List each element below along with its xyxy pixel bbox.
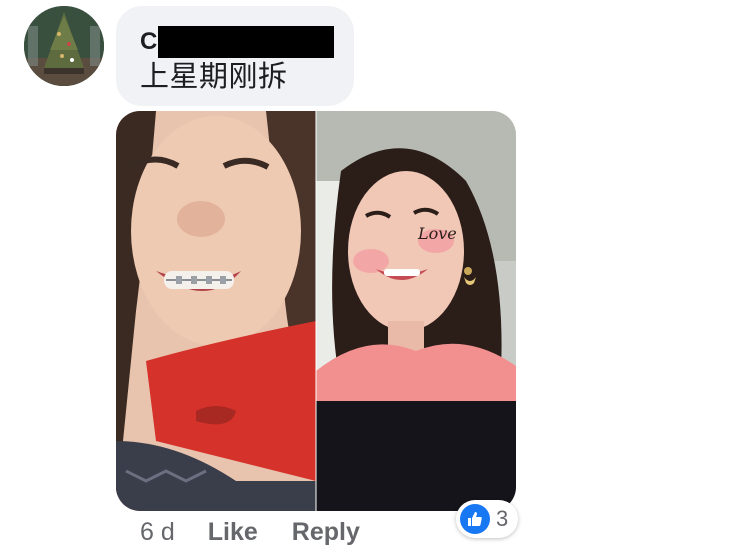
comment-text: 上星期刚拆 (140, 59, 288, 93)
author-name-initial[interactable]: C (140, 26, 157, 58)
reaction-count: 3 (496, 506, 509, 531)
avatar[interactable] (24, 6, 104, 86)
like-button[interactable]: Like (208, 518, 258, 547)
comment-bubble: C 上星期刚拆 (116, 6, 354, 106)
photo-collage: Love (116, 111, 516, 511)
reaction-summary[interactable]: 3 (456, 500, 519, 538)
comment-photo[interactable]: Love (116, 111, 516, 511)
left-photo-panel (116, 111, 316, 511)
thumbs-up-icon (460, 504, 490, 534)
right-photo-panel: Love (316, 111, 516, 511)
christmas-tree-avatar-icon (24, 6, 104, 86)
comment-author[interactable]: C (140, 26, 335, 58)
comment-timestamp[interactable]: 6 d (140, 518, 175, 547)
comment-screen: C 上星期刚拆 Love 6 d Like Reply 3 (0, 0, 750, 555)
author-name-redaction (158, 26, 335, 58)
love-sticker-text: Love (417, 224, 457, 243)
reply-button[interactable]: Reply (292, 518, 360, 547)
comment-actions: 6 d Like Reply (140, 514, 394, 550)
